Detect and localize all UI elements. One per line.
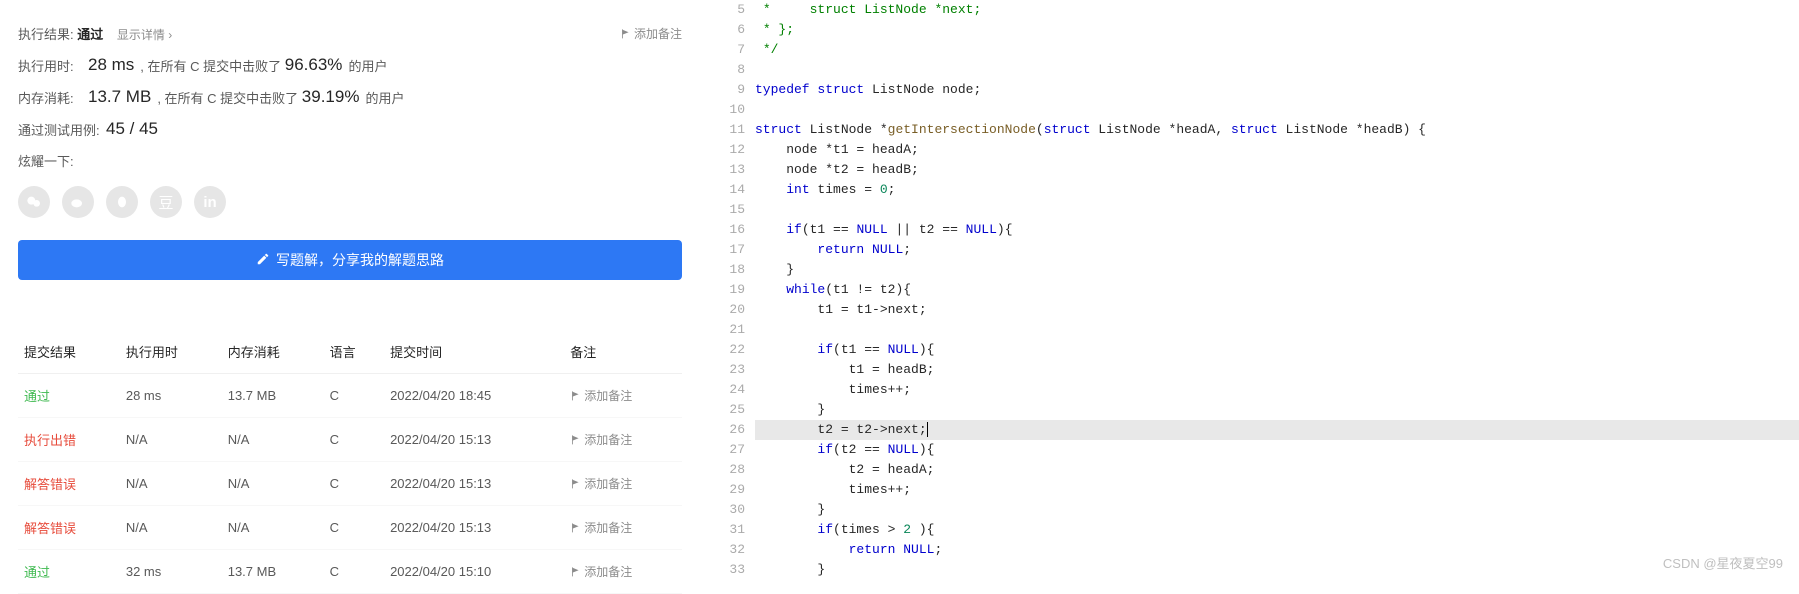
mem-pct: 39.19% xyxy=(302,87,360,107)
col-header: 语言 xyxy=(324,330,384,374)
mem-label: 内存消耗: xyxy=(18,88,88,107)
cell-mem: N/A xyxy=(222,418,324,462)
cell-note[interactable]: 添加备注 xyxy=(564,506,682,550)
cell-note[interactable]: 添加备注 xyxy=(564,418,682,462)
cell-time: N/A xyxy=(120,506,222,550)
flag-icon xyxy=(570,390,581,401)
cell-lang: C xyxy=(324,550,384,594)
cell-ts: 2022/04/20 15:10 xyxy=(384,550,564,594)
time-text2: 的用户 xyxy=(348,56,387,75)
cell-mem: N/A xyxy=(222,462,324,506)
cell-time: N/A xyxy=(120,462,222,506)
social-row: 豆 in xyxy=(18,176,682,228)
pen-icon xyxy=(256,252,270,269)
submissions-table: 提交结果执行用时内存消耗语言提交时间备注 通过28 ms13.7 MBC2022… xyxy=(18,330,682,594)
result-card: 执行结果: 通过 显示详情 › 添加备注 执行用时: 28 ms , 在所有 C… xyxy=(18,10,682,288)
col-header: 执行用时 xyxy=(120,330,222,374)
pass-label: 通过测试用例: xyxy=(18,120,106,139)
cell-ts: 2022/04/20 15:13 xyxy=(384,418,564,462)
table-row[interactable]: 解答错误N/AN/AC2022/04/20 15:13添加备注 xyxy=(18,506,682,550)
cell-result[interactable]: 执行出错 xyxy=(18,418,120,462)
line-gutter: 5678910111213141516171819202122232425262… xyxy=(700,0,755,576)
table-row[interactable]: 通过32 ms13.7 MBC2022/04/20 15:10添加备注 xyxy=(18,550,682,594)
show-detail-link[interactable]: 显示详情 › xyxy=(117,28,172,42)
flag-icon xyxy=(570,478,581,489)
code-editor[interactable]: 5678910111213141516171819202122232425262… xyxy=(700,0,1799,576)
cell-time: N/A xyxy=(120,418,222,462)
write-solution-button[interactable]: 写题解，分享我的解题思路 xyxy=(18,240,682,280)
cell-note[interactable]: 添加备注 xyxy=(564,374,682,418)
cell-lang: C xyxy=(324,462,384,506)
col-header: 提交结果 xyxy=(18,330,120,374)
cell-note[interactable]: 添加备注 xyxy=(564,462,682,506)
watermark: CSDN @星夜夏空99 xyxy=(1663,554,1783,574)
mem-value: 13.7 MB xyxy=(88,87,151,107)
code-body[interactable]: * struct ListNode *next; * }; */ typedef… xyxy=(755,0,1799,576)
cell-time: 28 ms xyxy=(120,374,222,418)
douban-icon[interactable]: 豆 xyxy=(150,186,182,218)
cell-note[interactable]: 添加备注 xyxy=(564,550,682,594)
time-text1: , 在所有 C 提交中击败了 xyxy=(140,56,281,75)
cell-time: 32 ms xyxy=(120,550,222,594)
flag-icon xyxy=(570,434,581,445)
cell-lang: C xyxy=(324,506,384,550)
cell-mem: N/A xyxy=(222,506,324,550)
col-header: 提交时间 xyxy=(384,330,564,374)
linkedin-icon[interactable]: in xyxy=(194,186,226,218)
status-label: 执行结果: xyxy=(18,27,74,42)
wechat-icon[interactable] xyxy=(18,186,50,218)
cell-ts: 2022/04/20 18:45 xyxy=(384,374,564,418)
cell-ts: 2022/04/20 15:13 xyxy=(384,506,564,550)
time-pct: 96.63% xyxy=(285,55,343,75)
table-row[interactable]: 执行出错N/AN/AC2022/04/20 15:13添加备注 xyxy=(18,418,682,462)
left-panel: 执行结果: 通过 显示详情 › 添加备注 执行用时: 28 ms , 在所有 C… xyxy=(0,0,700,576)
flag-icon xyxy=(570,566,581,577)
weibo-icon[interactable] xyxy=(62,186,94,218)
cell-mem: 13.7 MB xyxy=(222,374,324,418)
cell-result[interactable]: 解答错误 xyxy=(18,462,120,506)
table-row[interactable]: 解答错误N/AN/AC2022/04/20 15:13添加备注 xyxy=(18,462,682,506)
flag-icon xyxy=(570,522,581,533)
cell-result[interactable]: 解答错误 xyxy=(18,506,120,550)
cell-mem: 13.7 MB xyxy=(222,550,324,594)
cell-result[interactable]: 通过 xyxy=(18,550,120,594)
time-value: 28 ms xyxy=(88,55,134,75)
cell-result[interactable]: 通过 xyxy=(18,374,120,418)
share-label: 炫耀一下: xyxy=(18,151,88,170)
pass-value: 45 / 45 xyxy=(106,119,158,139)
cell-lang: C xyxy=(324,374,384,418)
col-header: 内存消耗 xyxy=(222,330,324,374)
time-label: 执行用时: xyxy=(18,56,88,75)
add-note-top[interactable]: 添加备注 xyxy=(620,25,682,42)
cell-lang: C xyxy=(324,418,384,462)
flag-icon xyxy=(620,28,631,39)
col-header: 备注 xyxy=(564,330,682,374)
mem-text1: , 在所有 C 提交中击败了 xyxy=(157,88,298,107)
cell-ts: 2022/04/20 15:13 xyxy=(384,462,564,506)
qq-icon[interactable] xyxy=(106,186,138,218)
table-row[interactable]: 通过28 ms13.7 MBC2022/04/20 18:45添加备注 xyxy=(18,374,682,418)
status-value: 通过 xyxy=(77,27,103,42)
mem-text2: 的用户 xyxy=(365,88,404,107)
